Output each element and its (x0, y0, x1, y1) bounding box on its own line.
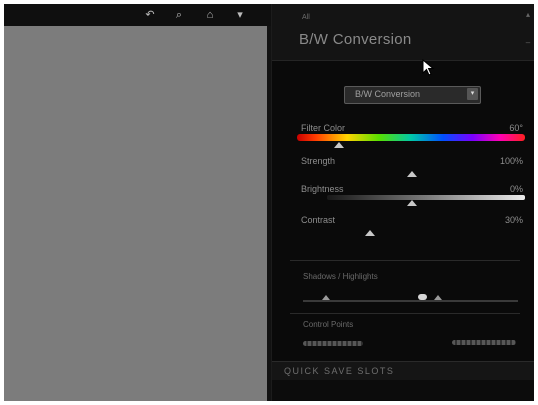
shadows-thumb[interactable] (322, 295, 330, 300)
image-canvas: ↶ ⌕ ⌂ ▾ (4, 4, 271, 401)
shadows-highlights-track[interactable] (303, 300, 518, 302)
chevron-down-icon: ▾ (467, 88, 478, 100)
quick-save-slots-bar[interactable]: QUICK SAVE SLOTS (272, 361, 534, 381)
panel-minimize-icon[interactable]: – (524, 38, 532, 47)
conversion-method-select[interactable]: B/W Conversion ▾ (344, 86, 481, 104)
page-title: B/W Conversion (299, 31, 412, 48)
filter-color-value: 60° (509, 123, 523, 133)
brightness-label: Brightness (301, 184, 344, 194)
conversion-method-value: B/W Conversion (355, 89, 421, 99)
panel-footer (272, 380, 534, 401)
brightness-value: 0% (509, 184, 523, 194)
shadows-highlights-label: Shadows / Highlights (303, 272, 378, 281)
app-window: ↶ ⌕ ⌂ ▾ All B/W Conversion ▴ – B/W Conve… (4, 4, 534, 401)
strength-value: 100% (499, 156, 523, 166)
strength-label: Strength (301, 156, 336, 166)
control-point-options[interactable] (452, 340, 516, 345)
contrast-label: Contrast (301, 215, 336, 225)
filter-color-slider[interactable] (297, 134, 525, 141)
canvas-toolbar: ↶ ⌕ ⌂ ▾ (4, 4, 271, 26)
add-control-point-button[interactable] (303, 341, 363, 346)
strength-thumb[interactable] (407, 171, 417, 177)
contrast-thumb[interactable] (365, 230, 375, 236)
section-divider (290, 260, 520, 261)
panel-scroll-up-icon[interactable]: ▴ (524, 10, 532, 19)
home-icon[interactable]: ⌂ (203, 8, 217, 22)
chevron-down-icon[interactable]: ▾ (233, 8, 247, 22)
filter-color-label: Filter Color (301, 123, 346, 133)
mouse-cursor-icon (422, 59, 435, 76)
filter-color-thumb[interactable] (334, 142, 344, 148)
highlights-thumb[interactable] (434, 295, 442, 300)
brightness-thumb[interactable] (407, 200, 417, 206)
panel-kicker: All (302, 14, 310, 21)
undo-icon[interactable]: ↶ (143, 8, 157, 22)
panel-header: All B/W Conversion ▴ – (272, 4, 534, 61)
brightness-slider[interactable] (327, 195, 525, 200)
adjustment-panel: All B/W Conversion ▴ – B/W Conversion ▾ … (271, 4, 534, 401)
search-icon[interactable]: ⌕ (172, 8, 186, 22)
image-preview[interactable] (4, 26, 267, 401)
quick-save-slots-label: QUICK SAVE SLOTS (284, 366, 395, 376)
contrast-value: 30% (504, 215, 523, 225)
highlights-knob[interactable] (418, 294, 427, 300)
section-divider (290, 313, 520, 314)
control-points-label: Control Points (303, 320, 354, 329)
